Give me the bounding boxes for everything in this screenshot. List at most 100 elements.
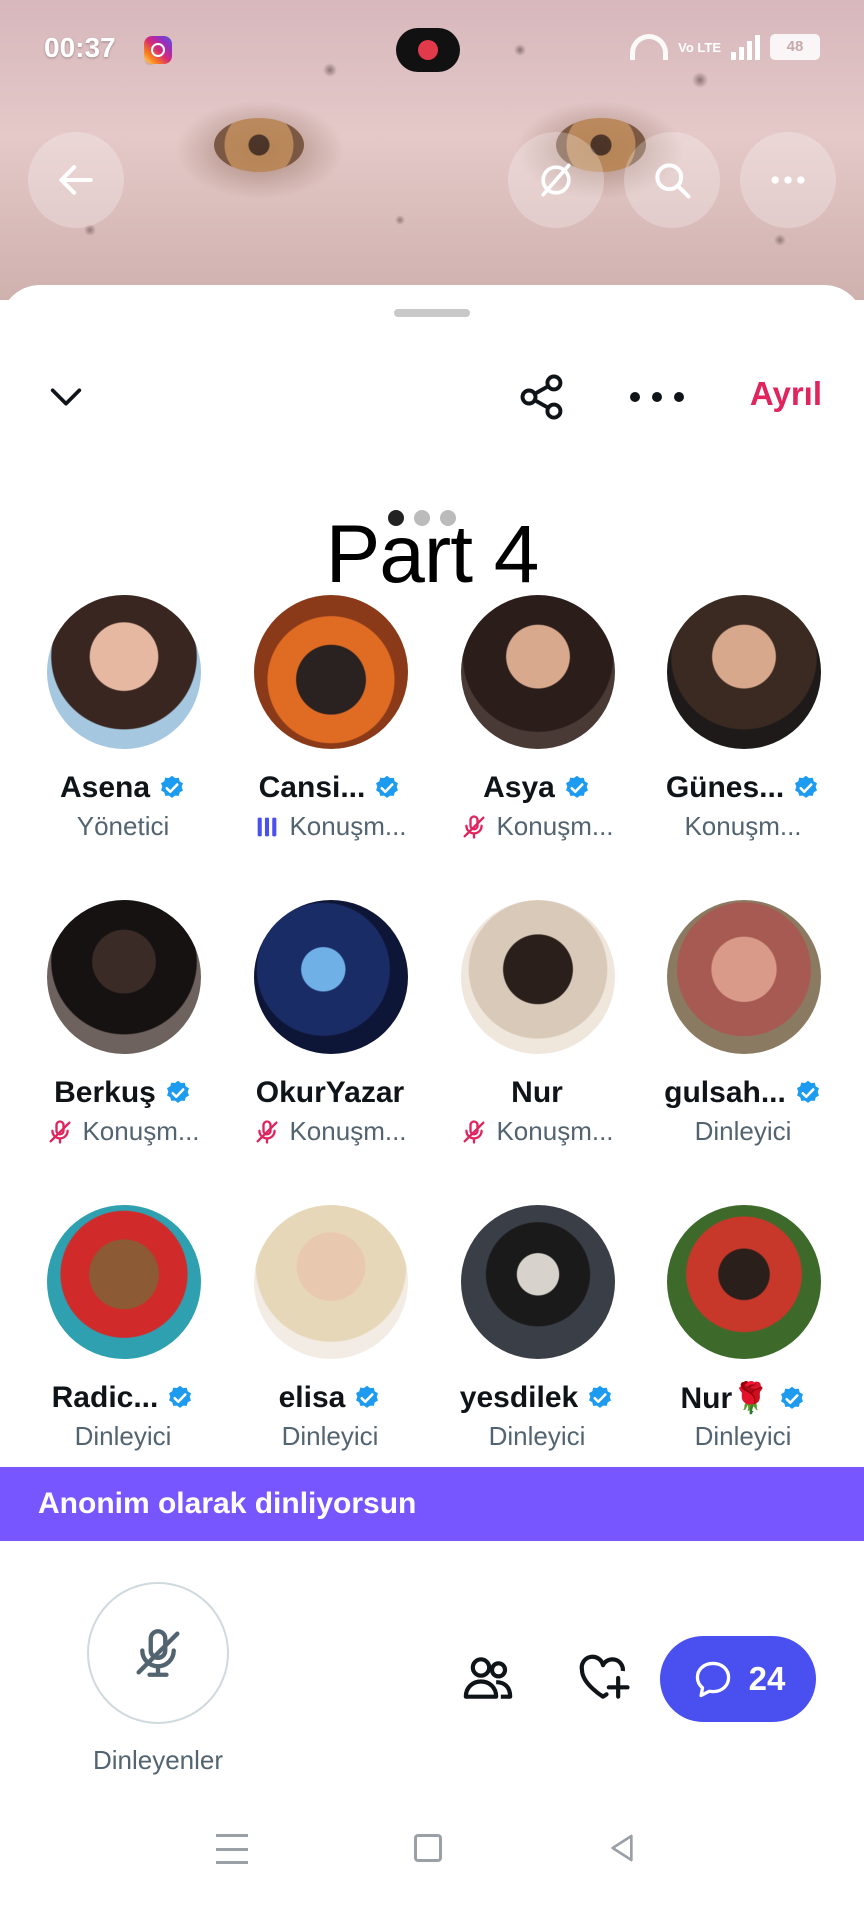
- participant-name: Cansi...: [258, 771, 366, 804]
- participant-name: OkurYazar: [255, 1076, 405, 1109]
- participant-name-row: Asya: [434, 771, 640, 805]
- mic-off-icon: [136, 1629, 180, 1677]
- avatar[interactable]: [667, 1205, 821, 1359]
- participant-card[interactable]: Günes... Konuşm...: [640, 595, 846, 855]
- participant-role-row: Konuşm...: [640, 811, 846, 842]
- participant-name-row: gulsah...: [640, 1076, 846, 1110]
- participant-name: Asya: [483, 771, 555, 804]
- participant-role-row: Dinleyici: [640, 1421, 846, 1452]
- participant-role: Dinleyici: [281, 1421, 379, 1451]
- participant-role-row: Yönetici: [20, 811, 226, 842]
- mic-button[interactable]: [87, 1582, 229, 1724]
- sheet-drag-handle[interactable]: [394, 309, 470, 317]
- avatar[interactable]: [667, 595, 821, 749]
- participant-card[interactable]: yesdilek Dinleyici: [434, 1205, 640, 1465]
- participant-card[interactable]: Nur🌹 Dinleyici: [640, 1205, 846, 1465]
- participant-card[interactable]: Cansi... Konuşm...: [227, 595, 433, 855]
- participant-role: Konuşm...: [496, 1116, 614, 1146]
- mic-muted-icon: [463, 1119, 485, 1144]
- participant-name-row: Radic...: [20, 1381, 226, 1415]
- avatar[interactable]: [461, 900, 615, 1054]
- network-label: Vo LTE: [678, 39, 721, 55]
- participant-role-row: Dinleyici: [227, 1421, 433, 1452]
- participant-card[interactable]: Asya Konuşm...: [434, 595, 640, 855]
- verified-badge-icon: [565, 775, 588, 798]
- verified-badge-icon: [166, 1080, 189, 1103]
- avatar[interactable]: [254, 1205, 408, 1359]
- participant-card[interactable]: OkurYazar Konuşm...: [227, 900, 433, 1160]
- participant-card[interactable]: elisa Dinleyici: [227, 1205, 433, 1465]
- participant-role: Konuşm...: [496, 811, 614, 841]
- verified-badge-icon: [161, 775, 183, 798]
- anonymous-banner: Anonim olarak dinliyorsun: [0, 1467, 864, 1541]
- avatar[interactable]: [47, 595, 201, 749]
- avatar[interactable]: [254, 900, 408, 1054]
- home-icon[interactable]: [414, 1834, 442, 1862]
- verified-badge-icon: [589, 1385, 612, 1408]
- participant-name: Berkuş: [54, 1076, 156, 1109]
- participant-role: Konuşm...: [289, 1116, 407, 1146]
- system-icons: Vo LTE 48: [630, 34, 820, 60]
- participant-card[interactable]: Asena Yönetici: [20, 595, 226, 855]
- participant-name-row: Berkuş: [20, 1076, 226, 1110]
- sheet-header: Ayrıl: [0, 365, 864, 429]
- participant-name-row: Nur: [434, 1076, 640, 1110]
- avatar[interactable]: [667, 900, 821, 1054]
- participant-card[interactable]: gulsah... Dinleyici: [640, 900, 846, 1160]
- more-icon: [771, 176, 805, 184]
- participant-role: Dinleyici: [694, 1116, 792, 1146]
- participant-role-row: Konuşm...: [434, 1116, 640, 1147]
- participant-role-row: Dinleyici: [640, 1116, 846, 1147]
- verified-badge-icon: [356, 1385, 379, 1408]
- chevron-down-icon[interactable]: [46, 377, 86, 417]
- hero-more-button[interactable]: [740, 132, 836, 228]
- back-button[interactable]: [28, 132, 124, 228]
- participant-role: Dinleyici: [488, 1421, 586, 1451]
- participant-name-row: Nur🌹: [640, 1381, 846, 1416]
- verified-badge-icon: [169, 1385, 192, 1408]
- participant-card[interactable]: Radic... Dinleyici: [20, 1205, 226, 1465]
- signal-icon: [731, 34, 760, 60]
- people-icon[interactable]: [458, 1650, 518, 1706]
- back-arrow-icon: [59, 165, 93, 195]
- participant-card[interactable]: Nur Konuşm...: [434, 900, 640, 1160]
- participant-role-row: Konuşm...: [227, 1116, 433, 1147]
- participant-role: Konuşm...: [289, 811, 407, 841]
- participant-name: Radic...: [51, 1381, 159, 1414]
- mic-muted-icon: [49, 1119, 71, 1144]
- search-button[interactable]: [624, 132, 720, 228]
- participant-name: yesdilek: [459, 1381, 579, 1414]
- avatar[interactable]: [461, 1205, 615, 1359]
- verified-badge-icon: [795, 775, 818, 798]
- participant-name-row: OkurYazar: [227, 1076, 433, 1110]
- avatar[interactable]: [461, 595, 615, 749]
- avatar[interactable]: [254, 595, 408, 749]
- wifi-icon: [630, 34, 669, 60]
- mic-label: Dinleyenler: [92, 1745, 224, 1775]
- participant-name: gulsah...: [664, 1076, 786, 1109]
- leave-button[interactable]: Ayrıl: [750, 375, 822, 413]
- participant-role: Dinleyici: [694, 1421, 792, 1451]
- participant-role-row: Konuşm...: [227, 811, 433, 842]
- avatar[interactable]: [47, 900, 201, 1054]
- mic-muted-icon: [463, 814, 485, 839]
- participant-role-row: Konuşm...: [20, 1116, 226, 1147]
- participant-role: Yönetici: [76, 811, 170, 841]
- battery-icon: 48: [770, 34, 820, 60]
- avatar[interactable]: [47, 1205, 201, 1359]
- status-bar: 00:37 Vo LTE 48: [44, 28, 820, 72]
- heart-plus-icon[interactable]: [574, 1650, 632, 1706]
- record-icon: [396, 28, 460, 72]
- speaking-bars-icon: [258, 817, 277, 836]
- no-translate-button[interactable]: [508, 132, 604, 228]
- overlay-title: Part 4: [325, 509, 540, 600]
- participant-name-row: yesdilek: [434, 1381, 640, 1415]
- sheet-more-button[interactable]: [630, 375, 684, 419]
- participant-name: Günes...: [665, 771, 785, 804]
- back-triangle-icon[interactable]: [606, 1832, 638, 1864]
- share-icon[interactable]: [516, 371, 568, 423]
- participant-role-row: Dinleyici: [20, 1421, 226, 1452]
- participant-card[interactable]: Berkuş Konuşm...: [20, 900, 226, 1160]
- recents-icon[interactable]: [216, 1834, 248, 1864]
- chat-button[interactable]: 24: [660, 1636, 816, 1722]
